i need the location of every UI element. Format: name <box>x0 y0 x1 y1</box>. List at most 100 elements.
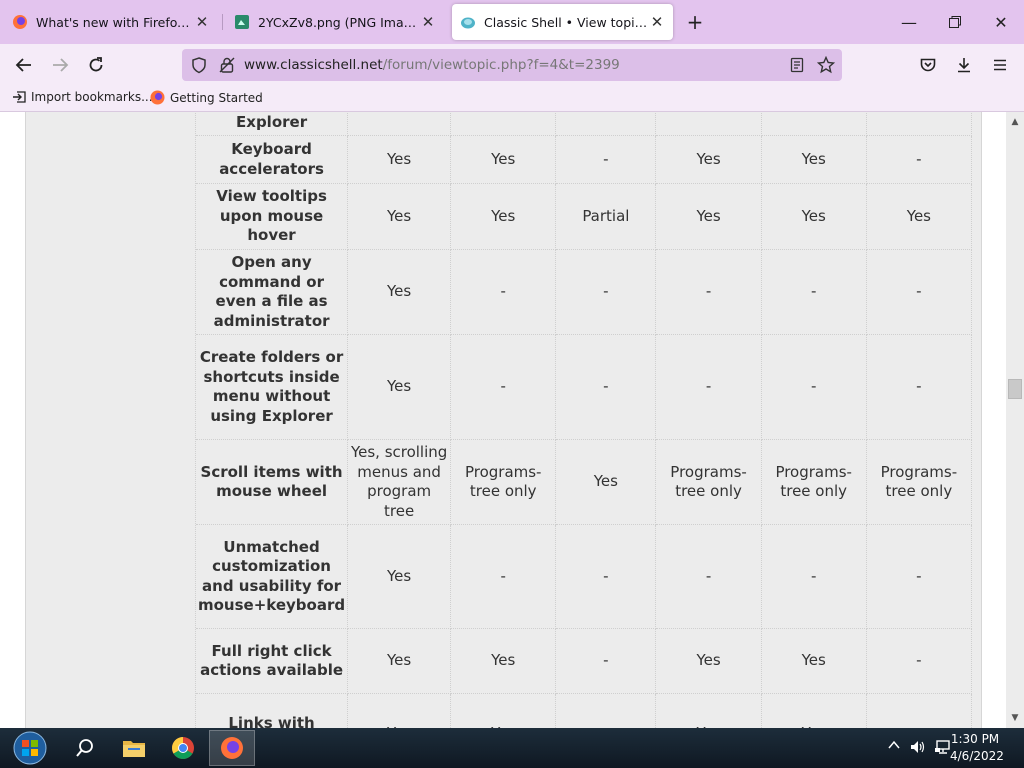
comparison-table: shortcuts like ExplorerKeyboard accelera… <box>195 112 972 728</box>
table-cell: Yes <box>348 525 452 629</box>
start-button[interactable] <box>6 730 54 766</box>
url-path: /forum/viewtopic.php?f=4&t=2399 <box>382 57 620 73</box>
taskbar-chrome[interactable] <box>160 730 206 766</box>
maximize-button[interactable] <box>932 0 978 44</box>
feature-name-cell: shortcuts like Explorer <box>196 112 349 136</box>
vertical-scrollbar[interactable]: ▲ ▼ <box>1006 112 1024 728</box>
reload-icon <box>89 57 103 72</box>
table-cell <box>866 112 972 136</box>
table-row: Full right click actions available Yes Yes… <box>196 629 972 694</box>
pocket-button[interactable] <box>914 52 942 78</box>
reload-button[interactable] <box>82 52 110 78</box>
table-cell: Yes <box>348 136 452 184</box>
table-cell: Yes <box>656 136 762 184</box>
tracking-shield-icon[interactable] <box>190 56 208 74</box>
close-tab-icon[interactable]: ✕ <box>194 13 210 31</box>
speaker-icon <box>911 741 925 753</box>
table-cell: - <box>866 525 972 629</box>
show-hidden-icons[interactable] <box>888 739 900 754</box>
table-cell: Yes <box>656 629 762 694</box>
search-icon <box>76 739 93 757</box>
table-cell: Programs-tree only <box>656 440 762 525</box>
firefox-icon <box>150 90 165 105</box>
system-clock[interactable]: 1:30 PM 4/6/2022 <box>950 731 1004 765</box>
feature-name-cell: Unmatched customization and usability fo… <box>196 525 349 629</box>
table-row: View tooltips upon mouse hover Yes Yes Part… <box>196 184 972 250</box>
table-cell <box>656 112 762 136</box>
scroll-up-arrow-icon[interactable]: ▲ <box>1006 114 1024 130</box>
tab-title: Classic Shell • View topic - Com <box>484 14 649 30</box>
feature-name-cell: Full right click actions available <box>196 629 349 694</box>
feature-name-cell: Links with submenus to <box>196 694 349 728</box>
close-tab-icon[interactable]: ✕ <box>649 13 665 31</box>
table-cell: Programs-tree only <box>866 440 972 525</box>
feature-name-cell: Keyboard accelerators <box>196 136 349 184</box>
chevron-up-icon <box>888 740 900 749</box>
table-cell: - <box>761 525 867 629</box>
table-cell: Programs-tree only <box>761 440 867 525</box>
table-cell: - <box>451 250 557 335</box>
classic-shell-icon <box>461 17 475 29</box>
bookmark-import[interactable]: Import bookmarks... <box>12 90 153 104</box>
table-row: Keyboard accelerators Yes Yes - Yes Yes - <box>196 136 972 184</box>
table-cell: - <box>556 335 657 440</box>
table-cell: Yes <box>348 250 452 335</box>
table-cell: - <box>556 525 657 629</box>
url-text[interactable]: www.classicshell.net/forum/viewtopic.php… <box>244 57 620 73</box>
table-cell: - <box>451 335 557 440</box>
forward-button[interactable] <box>46 52 74 78</box>
table-cell: - <box>556 629 657 694</box>
tab-separator <box>222 14 223 30</box>
table-cell: Yes <box>761 184 867 250</box>
insecure-lock-icon[interactable] <box>218 56 236 74</box>
image-file-icon <box>235 15 249 29</box>
volume-button[interactable] <box>909 739 927 759</box>
table-row: Unmatched customization and usability fo… <box>196 525 972 629</box>
downloads-button[interactable] <box>950 52 978 78</box>
table-cell: - <box>451 525 557 629</box>
table-cell <box>761 112 867 136</box>
new-tab-button[interactable]: + <box>682 10 708 36</box>
bookmark-getting-started[interactable]: Getting Started <box>150 90 263 105</box>
table-cell: Yes <box>348 694 452 728</box>
table-cell: - <box>866 136 972 184</box>
taskbar-search-button[interactable] <box>62 730 108 766</box>
web-content[interactable]: shortcuts like ExplorerKeyboard accelera… <box>0 112 1006 728</box>
close-tab-icon[interactable]: ✕ <box>420 13 436 31</box>
back-button[interactable] <box>10 52 38 78</box>
feature-name-cell: Scroll items with mouse wheel <box>196 440 349 525</box>
scrollbar-thumb[interactable] <box>1008 379 1022 399</box>
table-cell: Yes <box>761 629 867 694</box>
windows-taskbar: 1:30 PM 4/6/2022 <box>0 728 1024 768</box>
table-cell: Yes <box>451 694 557 728</box>
feature-name-cell: View tooltips upon mouse hover <box>196 184 349 250</box>
table-cell: Yes <box>866 184 972 250</box>
taskbar-firefox[interactable] <box>209 730 255 766</box>
close-window-button[interactable]: ✕ <box>978 0 1024 44</box>
tab-classic-shell[interactable]: Classic Shell • View topic - Com ✕ <box>452 4 673 40</box>
minimize-button[interactable]: — <box>886 0 932 44</box>
taskbar-file-explorer[interactable] <box>111 730 157 766</box>
import-icon <box>13 91 26 103</box>
tab-png-image[interactable]: 2YCxZv8.png (PNG Image, 802 ✕ <box>226 4 444 40</box>
feature-name-cell: Create folders or shortcuts inside menu … <box>196 335 349 440</box>
table-cell: - <box>556 136 657 184</box>
table-cell <box>451 112 557 136</box>
bookmark-label: Getting Started <box>170 90 263 105</box>
tab-whats-new[interactable]: What's new with Firefox - More ✕ <box>4 4 218 40</box>
table-cell <box>348 112 452 136</box>
bookmark-star-icon[interactable] <box>817 56 835 74</box>
scroll-down-arrow-icon[interactable]: ▼ <box>1006 710 1024 726</box>
firefox-icon <box>13 15 27 29</box>
app-menu-button[interactable] <box>986 52 1014 78</box>
bookmarks-toolbar: Import bookmarks... Getting Started <box>0 86 1024 112</box>
table-cell: - <box>761 250 867 335</box>
address-bar[interactable]: www.classicshell.net/forum/viewtopic.php… <box>182 49 842 81</box>
table-row: Links with submenus toYesYes-YesYes- <box>196 694 972 728</box>
clock-time: 1:30 PM <box>950 732 1000 746</box>
table-cell: - <box>656 250 762 335</box>
table-cell: - <box>866 629 972 694</box>
table-cell: - <box>656 525 762 629</box>
reader-view-icon[interactable] <box>789 57 805 73</box>
restore-icon <box>949 16 961 28</box>
